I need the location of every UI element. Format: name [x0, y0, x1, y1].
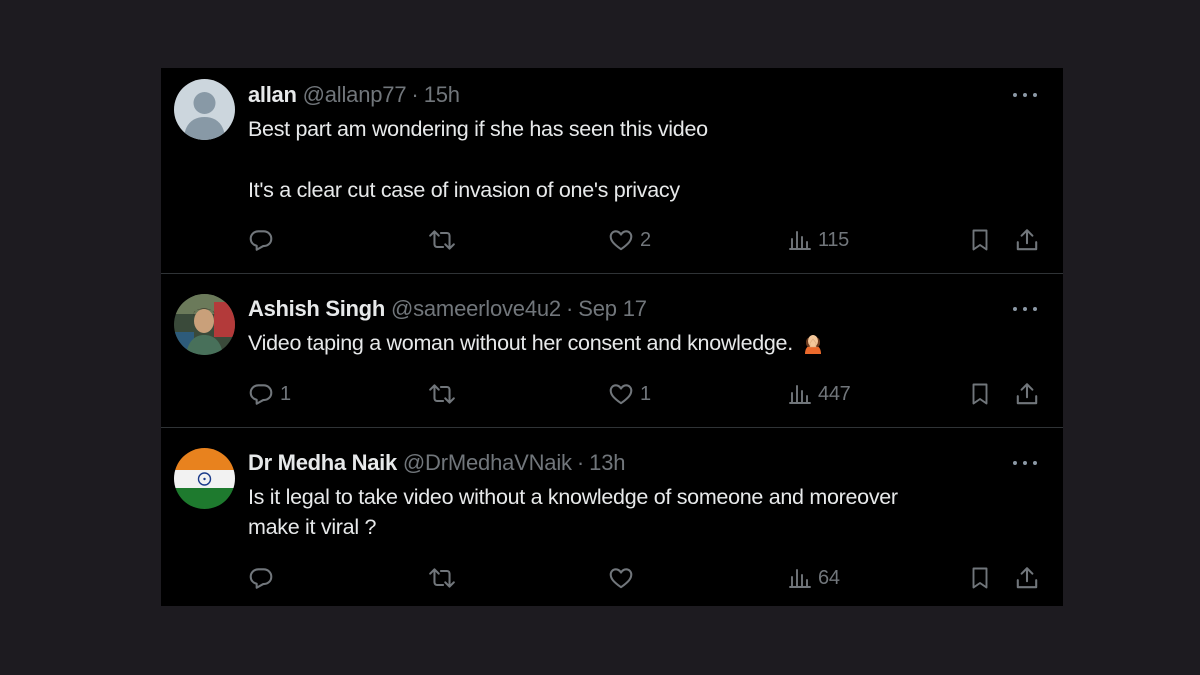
- views-button[interactable]: 115: [788, 225, 849, 255]
- separator-dot: ·: [411, 82, 419, 107]
- reply-tweet[interactable]: Dr Medha Naik @DrMedhaVNaik · 13h Is it …: [161, 429, 1063, 606]
- tweet-actions: 2 115: [161, 225, 1063, 255]
- heart-icon: [608, 565, 634, 591]
- reply-button[interactable]: [248, 563, 280, 593]
- user-handle[interactable]: @sameerlove4u2: [391, 294, 561, 324]
- tweet-text-line: Is it legal to take video without a know…: [248, 485, 898, 509]
- share-icon: [1014, 565, 1040, 591]
- separator-dot: ·: [565, 296, 574, 321]
- like-count: 1: [640, 382, 651, 405]
- bookmark-icon: [968, 227, 992, 253]
- tweet-text-line: Video taping a woman without her consent…: [248, 331, 793, 355]
- tweet-text-line: It's a clear cut case of invasion of one…: [248, 178, 680, 202]
- views-chart-icon: [788, 565, 812, 591]
- bookmark-icon: [968, 565, 992, 591]
- share-button[interactable]: [1014, 225, 1040, 255]
- like-button[interactable]: 2: [608, 225, 651, 255]
- default-avatar-icon[interactable]: [174, 79, 235, 140]
- tweet-actions: 64: [161, 563, 1063, 593]
- timestamp[interactable]: 15h: [424, 80, 460, 110]
- display-name[interactable]: Dr Medha Naik: [248, 448, 397, 478]
- display-name[interactable]: Ashish Singh: [248, 294, 385, 324]
- reply-icon: [248, 227, 274, 253]
- bookmark-icon: [968, 381, 992, 407]
- tweet-text: Video taping a woman without her consent…: [248, 328, 1028, 358]
- tweet-text: Is it legal to take video without a know…: [248, 482, 1028, 542]
- views-count: 64: [818, 566, 840, 589]
- like-button[interactable]: [608, 563, 640, 593]
- reply-button[interactable]: 1: [248, 379, 291, 409]
- share-button[interactable]: [1014, 379, 1040, 409]
- timestamp[interactable]: 13h: [589, 448, 625, 478]
- tweet-text-line: make it viral ?: [248, 515, 377, 539]
- reply-button[interactable]: [248, 225, 280, 255]
- retweet-button[interactable]: [428, 563, 462, 593]
- heart-icon: [608, 381, 634, 407]
- tweet-header: Ashish Singh @sameerlove4u2 · Sep 17: [248, 294, 647, 324]
- tweet-header: Dr Medha Naik @DrMedhaVNaik · 13h: [248, 448, 625, 478]
- bookmark-button[interactable]: [968, 563, 992, 593]
- india-flag-avatar[interactable]: [174, 448, 235, 509]
- woman-facepalming-emoji: [801, 330, 825, 354]
- bookmark-button[interactable]: [968, 225, 992, 255]
- views-count: 447: [818, 382, 851, 405]
- tweet-text-line: Best part am wondering if she has seen t…: [248, 117, 708, 141]
- share-button[interactable]: [1014, 563, 1040, 593]
- timestamp[interactable]: Sep 17: [578, 294, 647, 324]
- like-button[interactable]: 1: [608, 379, 651, 409]
- display-name[interactable]: allan: [248, 80, 297, 110]
- user-handle[interactable]: @allanp77: [303, 80, 407, 110]
- tweet-header: allan @allanp77 · 15h: [248, 80, 460, 110]
- views-chart-icon: [788, 381, 812, 407]
- more-options-icon[interactable]: [1013, 90, 1037, 100]
- views-button[interactable]: 64: [788, 563, 840, 593]
- reply-count: 1: [280, 382, 291, 405]
- separator-dot: ·: [576, 450, 585, 475]
- retweet-button[interactable]: [428, 225, 462, 255]
- retweet-button[interactable]: [428, 379, 462, 409]
- reply-icon: [248, 381, 274, 407]
- retweet-icon: [428, 381, 456, 407]
- share-icon: [1014, 381, 1040, 407]
- retweet-icon: [428, 565, 456, 591]
- views-button[interactable]: 447: [788, 379, 851, 409]
- bookmark-button[interactable]: [968, 379, 992, 409]
- user-handle[interactable]: @DrMedhaVNaik: [403, 448, 572, 478]
- more-options-icon[interactable]: [1013, 458, 1037, 468]
- profile-photo[interactable]: [174, 294, 235, 355]
- replies-thread: allan @allanp77 · 15h Best part am wonde…: [161, 68, 1063, 606]
- heart-icon: [608, 227, 634, 253]
- retweet-icon: [428, 227, 456, 253]
- reply-tweet[interactable]: Ashish Singh @sameerlove4u2 · Sep 17 Vid…: [161, 275, 1063, 428]
- reply-tweet[interactable]: allan @allanp77 · 15h Best part am wonde…: [161, 68, 1063, 274]
- views-chart-icon: [788, 227, 812, 253]
- tweet-text: Best part am wondering if she has seen t…: [248, 114, 1028, 205]
- more-options-icon[interactable]: [1013, 304, 1037, 314]
- tweet-actions: 1 1 447: [161, 379, 1063, 409]
- reply-icon: [248, 565, 274, 591]
- like-count: 2: [640, 228, 651, 251]
- views-count: 115: [818, 228, 849, 251]
- share-icon: [1014, 227, 1040, 253]
